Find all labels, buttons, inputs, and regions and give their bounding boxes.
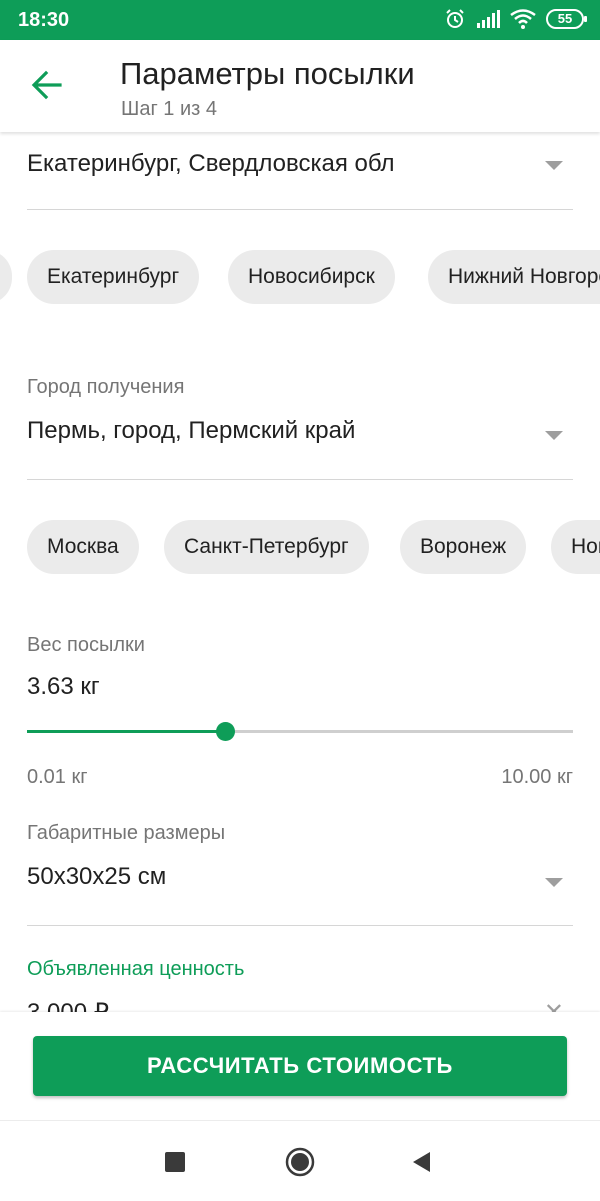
chevron-down-icon[interactable] — [545, 878, 563, 887]
origin-city-field[interactable]: Екатеринбург, Свердловская обл — [27, 150, 573, 210]
system-nav-bar — [0, 1120, 600, 1201]
destination-chip[interactable]: Воронеж — [400, 520, 527, 574]
battery-icon: 55 — [546, 9, 587, 29]
page-title: Параметры посылки — [120, 56, 415, 91]
close-icon[interactable]: ✕ — [544, 998, 564, 1012]
weight-value: 3.63 кг — [27, 673, 100, 700]
weight-label: Вес посылки — [27, 634, 145, 656]
declared-value-label: Объявленная ценность — [27, 958, 245, 980]
status-bar: 18:30 55 — [0, 0, 600, 40]
back-button[interactable] — [30, 68, 64, 102]
destination-chip[interactable]: Новосибирск — [551, 520, 600, 574]
chevron-down-icon[interactable] — [545, 161, 563, 170]
form-content[interactable]: Екатеринбург, Свердловская обл Екатеринб… — [0, 132, 600, 1012]
page-subtitle: Шаг 1 из 4 — [121, 98, 218, 120]
wifi-icon — [510, 9, 536, 29]
origin-city-chips: Екатеринбург Новосибирск Нижний Новгород — [0, 250, 600, 306]
weight-slider[interactable] — [27, 720, 573, 744]
dimensions-label: Габаритные размеры — [27, 822, 226, 844]
dimensions-underline — [27, 925, 573, 926]
destination-city-chips: Москва Санкт-Петербург Воронеж Новосибир… — [0, 520, 600, 576]
destination-chip[interactable]: Москва — [27, 520, 139, 574]
destination-city-value: Пермь, город, Пермский край — [27, 417, 356, 444]
origin-chip-partial[interactable] — [0, 250, 12, 304]
status-icons: 55 — [444, 8, 587, 30]
app-bar: Параметры посылки Шаг 1 из 4 — [0, 40, 600, 132]
back-triangle-icon[interactable] — [410, 1150, 434, 1174]
slider-fill — [27, 730, 225, 733]
origin-chip[interactable]: Новосибирск — [228, 250, 395, 304]
home-icon[interactable] — [285, 1147, 315, 1177]
destination-city-underline — [27, 479, 573, 480]
alarm-icon — [444, 8, 466, 30]
declared-value-input[interactable]: 3 000 ₽ — [27, 998, 109, 1012]
destination-city-field[interactable]: Город получения Пермь, город, Пермский к… — [27, 376, 573, 480]
recent-apps-icon[interactable] — [165, 1152, 185, 1172]
destination-chip[interactable]: Санкт-Петербург — [164, 520, 369, 574]
dimensions-value: 50x30x25 см — [27, 863, 167, 890]
origin-city-value: Екатеринбург, Свердловская обл — [27, 150, 395, 177]
arrow-left-icon — [31, 70, 62, 100]
calculate-cost-button[interactable]: РАССЧИТАТЬ СТОИМОСТЬ — [33, 1036, 567, 1096]
dimensions-field[interactable]: Габаритные размеры 50x30x25 см — [27, 822, 573, 926]
origin-chip[interactable]: Екатеринбург — [27, 250, 200, 304]
bottom-action-panel: РАССЧИТАТЬ СТОИМОСТЬ — [0, 1012, 600, 1120]
signal-icon — [476, 10, 500, 28]
status-time: 18:30 — [18, 9, 70, 31]
origin-city-underline — [27, 209, 573, 210]
origin-chip[interactable]: Нижний Новгород — [428, 250, 600, 304]
weight-min-label: 0.01 кг — [27, 766, 88, 788]
weight-field: Вес посылки 3.63 кг — [27, 634, 573, 714]
destination-city-label: Город получения — [27, 376, 185, 398]
slider-thumb[interactable] — [216, 722, 235, 741]
chevron-down-icon[interactable] — [545, 431, 563, 440]
weight-max-label: 10.00 кг — [501, 766, 573, 788]
